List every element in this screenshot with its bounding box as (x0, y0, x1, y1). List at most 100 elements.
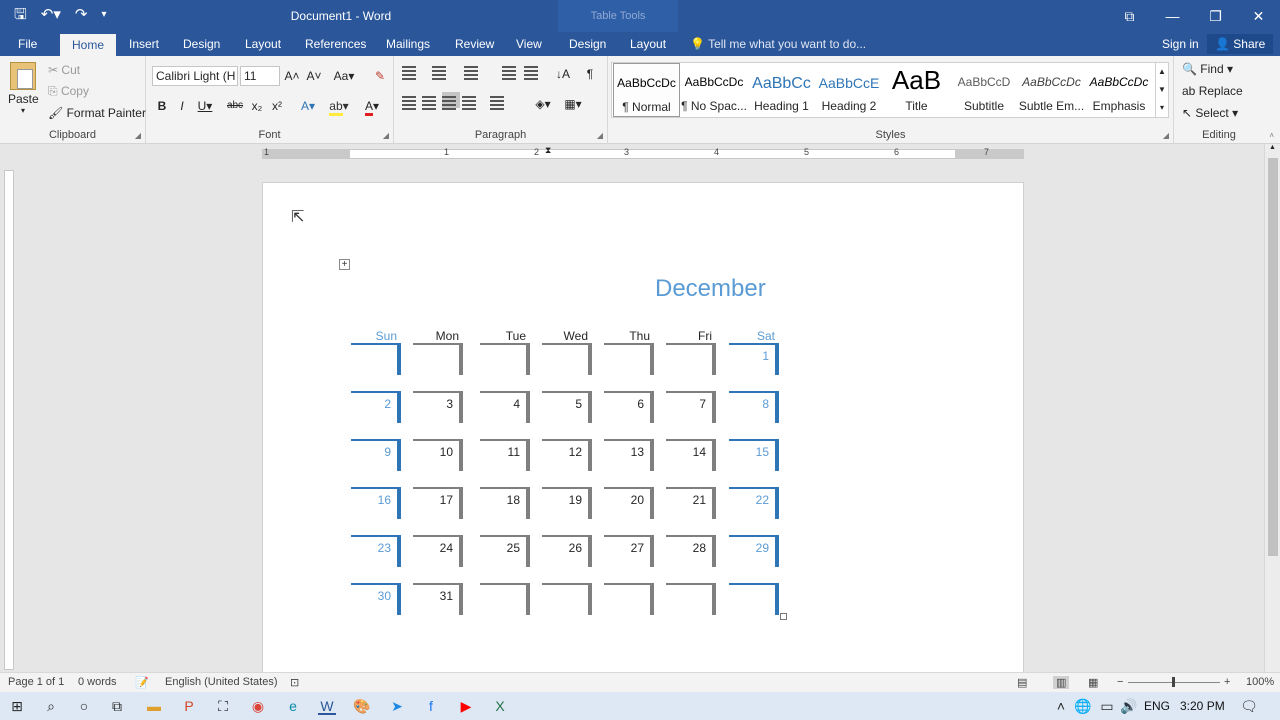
calendar-date-cell[interactable]: 26 (542, 535, 592, 567)
edge-icon[interactable]: e (284, 697, 302, 715)
macro-recording-icon[interactable]: ⊡ (290, 676, 299, 689)
calendar-date-cell[interactable]: 25 (480, 535, 530, 567)
calendar-date-cell[interactable] (480, 343, 530, 375)
increase-indent-icon[interactable] (524, 62, 542, 78)
justify-icon[interactable] (462, 92, 480, 108)
youtube-icon[interactable]: ▶ (457, 697, 475, 715)
calendar-date-cell[interactable]: 14 (666, 439, 716, 471)
calendar-date-cell[interactable] (413, 343, 463, 375)
font-size-select[interactable]: 11 (240, 66, 280, 86)
paragraph-launcher-icon[interactable]: ◢ (597, 131, 603, 140)
calendar-date-cell[interactable]: 28 (666, 535, 716, 567)
calendar-date-cell[interactable] (604, 343, 654, 375)
align-left-icon[interactable] (402, 92, 420, 108)
ribbon-display-options-icon[interactable]: ⧉ (1108, 0, 1151, 32)
clipboard-launcher-icon[interactable]: ◢ (135, 131, 141, 140)
multilevel-list-icon[interactable] (464, 62, 482, 78)
document-page[interactable]: ⇱ + December Sun Mon Tue Wed Thu Fri Sat 1 2 3 4 5 6… (262, 182, 1024, 682)
horizontal-ruler[interactable]: 1 1 2 3 4 5 6 7 ⧗ (0, 144, 1280, 162)
tab-file[interactable]: File (18, 32, 37, 56)
superscript-icon[interactable]: x² (268, 98, 286, 114)
web-layout-icon[interactable]: ▦ (1088, 676, 1098, 689)
tab-layout[interactable]: Layout (630, 32, 666, 56)
align-right-icon[interactable] (442, 92, 460, 108)
day-header[interactable]: Sat (727, 329, 775, 343)
styles-launcher-icon[interactable]: ◢ (1163, 131, 1169, 140)
calendar-date-cell[interactable]: 7 (666, 391, 716, 423)
word-icon[interactable]: W (318, 697, 336, 715)
calendar-date-cell[interactable] (604, 583, 654, 615)
find-button[interactable]: 🔍 Find ▾ (1182, 62, 1233, 76)
copy-button[interactable]: ⎘ Copy (48, 84, 89, 99)
shading-icon[interactable]: ◈▾ (532, 96, 554, 112)
calendar-date-cell[interactable]: 20 (604, 487, 654, 519)
facebook-icon[interactable]: f (422, 697, 440, 715)
task-view-icon[interactable]: ⧉ (108, 697, 126, 715)
tab-review[interactable]: Review (455, 32, 494, 56)
share-button[interactable]: 👤 Share (1207, 34, 1274, 54)
style-item[interactable]: AaBbCc Heading 1 (748, 63, 815, 117)
read-mode-icon[interactable]: ▤ (1017, 676, 1027, 689)
text-effects-icon[interactable]: A▾ (296, 98, 320, 114)
style-item[interactable]: AaB Title (883, 63, 950, 117)
day-header[interactable]: Mon (411, 329, 459, 343)
notifications-icon[interactable]: 🗨 (1240, 697, 1258, 715)
sort-icon[interactable]: ↓A (554, 66, 572, 82)
calendar-date-cell[interactable] (480, 583, 530, 615)
proofing-icon[interactable]: 📝 (135, 676, 149, 689)
vertical-ruler[interactable] (4, 170, 14, 670)
volume-icon[interactable]: 🔊 (1120, 697, 1138, 715)
calendar-date-cell[interactable]: 4 (480, 391, 530, 423)
calendar-date-cell[interactable]: 13 (604, 439, 654, 471)
style-item[interactable]: AaBbCcD Subtitle (951, 63, 1018, 117)
show-formatting-icon[interactable]: ¶ (582, 66, 598, 82)
calendar-date-cell[interactable]: 1 (729, 343, 779, 375)
tab-design[interactable]: Design (183, 32, 220, 56)
calendar-date-cell[interactable]: 24 (413, 535, 463, 567)
word-count[interactable]: 0 words (78, 676, 117, 688)
calendar-date-cell[interactable]: 9 (351, 439, 401, 471)
line-spacing-icon[interactable] (490, 92, 508, 108)
select-button[interactable]: ↖ Select ▾ (1182, 106, 1238, 120)
tray-chevron-icon[interactable]: ˄ (1052, 697, 1070, 715)
font-color-icon[interactable]: A▾ (360, 98, 384, 116)
cortana-icon[interactable]: ○ (75, 697, 93, 715)
telegram-icon[interactable]: ➤ (388, 697, 406, 715)
table-move-handle[interactable]: + (339, 259, 350, 270)
search-icon[interactable]: ⌕ (42, 697, 60, 715)
restore-button[interactable]: ❐ (1194, 0, 1237, 32)
zoom-level[interactable]: 100% (1246, 676, 1274, 688)
print-layout-icon[interactable]: ▥ (1053, 676, 1070, 689)
style-item[interactable]: AaBbCcDc Subtle Em... (1018, 63, 1085, 117)
clock[interactable]: 3:20 PM (1180, 699, 1225, 713)
tab-layout[interactable]: Layout (245, 32, 281, 56)
store-icon[interactable]: ⛶ (214, 697, 232, 715)
input-language[interactable]: ENG (1144, 699, 1170, 713)
style-item[interactable]: AaBbCcE Heading 2 (816, 63, 883, 117)
calendar-date-cell[interactable]: 8 (729, 391, 779, 423)
tell-me-box[interactable]: 💡 Tell me what you want to do... (690, 32, 866, 56)
bullets-icon[interactable] (402, 62, 420, 78)
calendar-date-cell[interactable]: 29 (729, 535, 779, 567)
font-launcher-icon[interactable]: ◢ (383, 131, 389, 140)
day-header[interactable]: Wed (540, 329, 588, 343)
underline-icon[interactable]: U▾ (194, 98, 216, 114)
page-count[interactable]: Page 1 of 1 (8, 676, 64, 688)
italic-icon[interactable]: I (174, 98, 190, 114)
calendar-date-cell[interactable]: 10 (413, 439, 463, 471)
vertical-scrollbar[interactable]: ▲ (1264, 144, 1280, 672)
calendar-date-cell[interactable]: 11 (480, 439, 530, 471)
numbering-icon[interactable] (432, 62, 450, 78)
style-item[interactable]: AaBbCcDc Emphasis (1086, 63, 1153, 117)
shrink-font-icon[interactable]: A˅ (306, 68, 322, 84)
tab-references[interactable]: References (305, 32, 366, 56)
calendar-date-cell[interactable] (351, 343, 401, 375)
font-name-select[interactable]: Calibri Light (H (152, 66, 238, 86)
bold-icon[interactable]: B (154, 98, 170, 114)
file-explorer-icon[interactable]: ▬ (145, 697, 163, 715)
tab-home[interactable]: Home (60, 34, 117, 56)
calendar-date-cell[interactable] (666, 583, 716, 615)
calendar-date-cell[interactable]: 19 (542, 487, 592, 519)
calendar-date-cell[interactable] (542, 343, 592, 375)
powerpoint-icon[interactable]: P (180, 697, 198, 715)
